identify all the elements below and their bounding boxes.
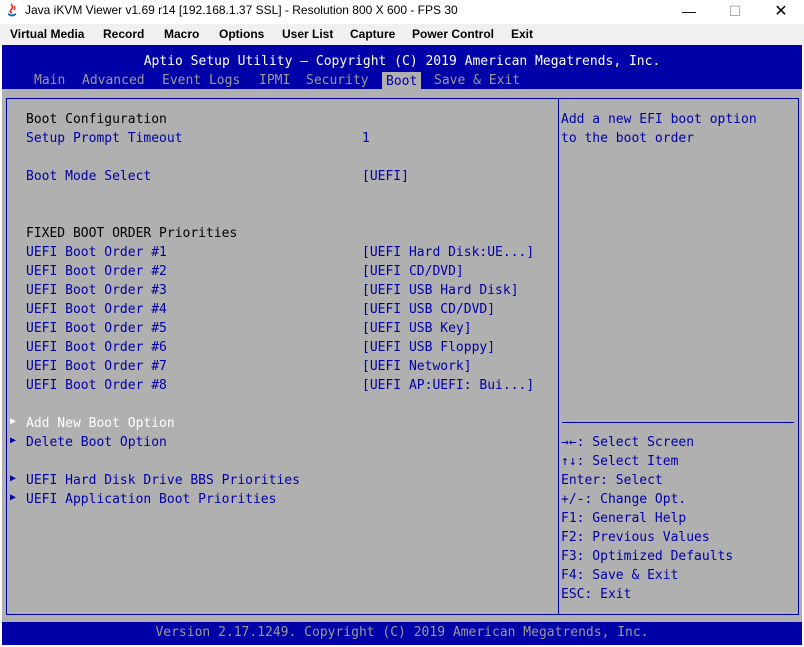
bios-version-text: Version 2.17.1249. Copyright (C) 2019 Am… [155,625,649,640]
close-button[interactable]: ✕ [758,0,804,22]
boot-order-7-value[interactable]: [UEFI Network] [362,359,472,374]
window-titlebar: Java iKVM Viewer v1.69 r14 [192.168.1.37… [0,0,804,22]
menu-virtual-media[interactable]: Virtual Media [10,27,84,41]
boot-order-8-value[interactable]: [UEFI AP:UEFI: Bui...] [362,378,534,393]
boot-order-1-value[interactable]: [UEFI Hard Disk:UE...] [362,245,534,260]
tab-ipmi[interactable]: IPMI [259,73,290,88]
key-hint-change-opt: +/-: Change Opt. [561,492,687,507]
add-new-boot-option[interactable]: Add New Boot Option [26,416,175,431]
submenu-arrow-icon: ▶ [10,435,17,446]
tab-boot[interactable]: Boot [382,72,422,90]
menu-options[interactable]: Options [219,27,264,41]
boot-order-8-label[interactable]: UEFI Boot Order #8 [26,378,167,393]
bios-header-title: Aptio Setup Utility – Copyright (C) 2019… [143,54,661,69]
boot-order-7-label[interactable]: UEFI Boot Order #7 [26,359,167,374]
setup-prompt-timeout-value[interactable]: 1 [362,131,370,146]
help-divider [562,422,794,423]
fixed-boot-order-title: FIXED BOOT ORDER Priorities [26,226,238,241]
key-hint-enter: Enter: Select [561,473,663,488]
boot-order-5-value[interactable]: [UEFI USB Key] [362,321,472,336]
key-hint-select-item: ↑↓: Select Item [561,454,679,469]
boot-order-1-label[interactable]: UEFI Boot Order #1 [26,245,167,260]
menu-record[interactable]: Record [103,27,144,41]
uefi-app-boot-priorities[interactable]: UEFI Application Boot Priorities [26,492,276,507]
minimize-button[interactable]: — [666,0,712,22]
java-icon [8,3,16,17]
boot-order-6-label[interactable]: UEFI Boot Order #6 [26,340,167,355]
menu-power-control[interactable]: Power Control [412,27,494,41]
tab-save-exit[interactable]: Save & Exit [434,73,520,88]
boot-order-3-label[interactable]: UEFI Boot Order #3 [26,283,167,298]
boot-order-2-label[interactable]: UEFI Boot Order #2 [26,264,167,279]
tab-main[interactable]: Main [34,73,65,88]
boot-order-4-label[interactable]: UEFI Boot Order #4 [26,302,167,317]
key-hint-f2: F2: Previous Values [561,530,710,545]
tab-event-logs[interactable]: Event Logs [162,73,240,88]
setup-prompt-timeout-label[interactable]: Setup Prompt Timeout [26,131,183,146]
settings-panel: Boot Configuration Setup Prompt Timeout … [6,98,559,615]
boot-order-4-value[interactable]: [UEFI USB CD/DVD] [362,302,495,317]
uefi-hdd-bbs-priorities[interactable]: UEFI Hard Disk Drive BBS Priorities [26,473,300,488]
window-title: Java iKVM Viewer v1.69 r14 [192.168.1.37… [25,3,458,17]
maximize-button[interactable]: ☐ [712,0,758,22]
tab-advanced[interactable]: Advanced [82,73,145,88]
boot-mode-select-value[interactable]: [UEFI] [362,169,409,184]
section-title: Boot Configuration [26,112,167,127]
bios-screen[interactable]: Aptio Setup Utility – Copyright (C) 2019… [2,45,802,645]
key-hint-f4: F4: Save & Exit [561,568,679,583]
submenu-arrow-icon: ▶ [10,473,17,484]
help-panel: Add a new EFI boot option to the boot or… [558,98,799,615]
bios-header: Aptio Setup Utility – Copyright (C) 2019… [2,45,802,90]
key-hint-esc: ESC: Exit [561,587,632,602]
key-hint-f3: F3: Optimized Defaults [561,549,734,564]
menu-capture[interactable]: Capture [350,27,395,41]
submenu-arrow-icon: ▶ [10,492,17,503]
submenu-arrow-icon: ▶ [10,416,17,427]
menu-bar: Virtual Media Record Macro Options User … [0,24,804,45]
boot-mode-select-label[interactable]: Boot Mode Select [26,169,151,184]
menu-macro[interactable]: Macro [164,27,199,41]
bios-footer: Version 2.17.1249. Copyright (C) 2019 Am… [2,622,802,645]
boot-order-3-value[interactable]: [UEFI USB Hard Disk] [362,283,519,298]
delete-boot-option[interactable]: Delete Boot Option [26,435,167,450]
key-hint-select-screen: →←: Select Screen [561,435,695,450]
menu-user-list[interactable]: User List [282,27,333,41]
menu-exit[interactable]: Exit [511,27,533,41]
key-hint-f1: F1: General Help [561,511,687,526]
boot-order-2-value[interactable]: [UEFI CD/DVD] [362,264,464,279]
help-text-line-1: Add a new EFI boot option [561,112,757,127]
tab-security[interactable]: Security [306,73,369,88]
help-text-line-2: to the boot order [561,131,695,146]
boot-order-6-value[interactable]: [UEFI USB Floppy] [362,340,495,355]
boot-order-5-label[interactable]: UEFI Boot Order #5 [26,321,167,336]
